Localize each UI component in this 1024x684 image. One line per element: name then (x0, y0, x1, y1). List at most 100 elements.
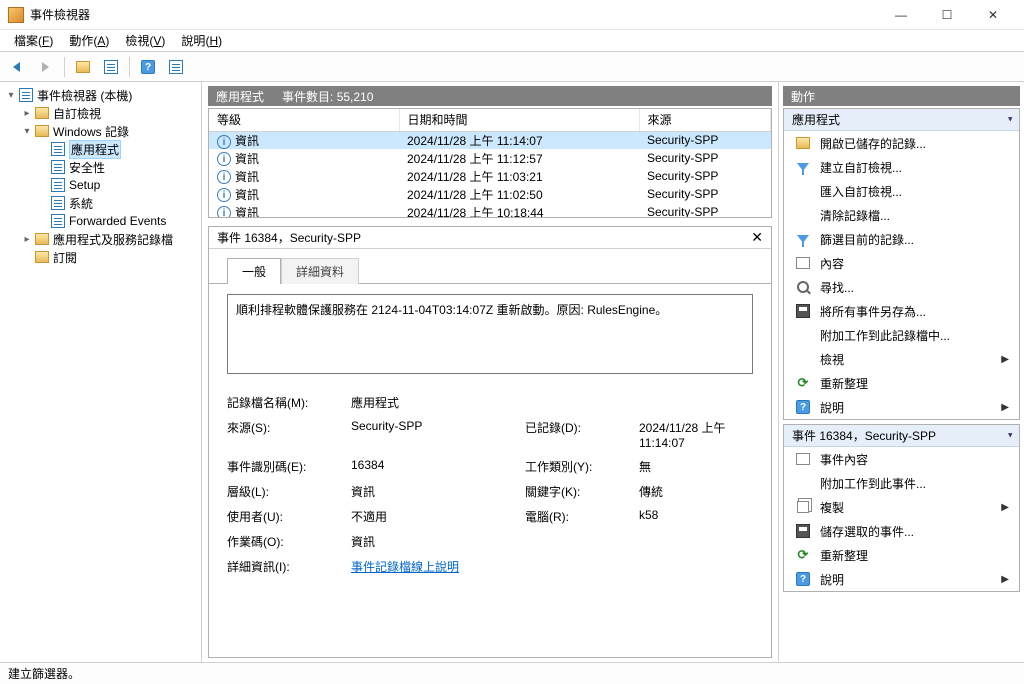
action-item[interactable]: 儲存選取的事件... (784, 519, 1019, 543)
lbl-user: 使用者(U): (227, 508, 337, 525)
action-item[interactable]: 複製▶ (784, 495, 1019, 519)
action-item[interactable]: 附加工作到此事件... (784, 471, 1019, 495)
action-item[interactable]: 清除記錄檔... (784, 203, 1019, 227)
tree-label: 應用程式 (69, 140, 121, 159)
action-item[interactable]: 檢視▶ (784, 347, 1019, 371)
tree-label: Setup (69, 178, 100, 192)
tree-log-item[interactable]: 系統 (36, 194, 197, 212)
tree-label: 自訂檢視 (53, 105, 101, 122)
submenu-arrow-icon: ▶ (1001, 354, 1009, 365)
save-icon (794, 303, 812, 319)
menu-view[interactable]: 檢視(V) (117, 29, 173, 52)
expand-icon[interactable]: ▾ (20, 126, 34, 137)
event-row[interactable]: i資訊2024/11/28 上午 11:14:07Security-SPP (209, 131, 771, 149)
action-item[interactable]: ⟳重新整理 (784, 371, 1019, 395)
minimize-button[interactable]: ― (878, 0, 924, 30)
toolbar-show-hide-button[interactable] (71, 55, 95, 79)
info-icon: i (217, 206, 231, 218)
action-item[interactable]: ?說明▶ (784, 567, 1019, 591)
tree-subscriptions[interactable]: 訂閱 (20, 248, 197, 266)
detail-tabs: 一般 詳細資料 (209, 249, 771, 283)
detail-fields: 記錄檔名稱(M): 應用程式 來源(S): Security-SPP 已記錄(D… (227, 394, 753, 575)
col-date[interactable]: 日期和時間 (399, 109, 639, 131)
center-header: 應用程式 事件數目: 55,210 (208, 86, 772, 106)
action-item[interactable]: 篩選目前的記錄... (784, 227, 1019, 251)
event-count: 事件數目: 55,210 (282, 88, 373, 105)
action-item[interactable]: 附加工作到此記錄檔中... (784, 323, 1019, 347)
center-pane: 應用程式 事件數目: 55,210 等級 日期和時間 來源 i資訊2024/11… (202, 82, 778, 662)
close-button[interactable]: ✕ (970, 0, 1016, 30)
col-level[interactable]: 等級 (209, 109, 399, 131)
action-item[interactable]: ?說明▶ (784, 395, 1019, 419)
val-source: Security-SPP (351, 419, 511, 450)
nav-forward-button[interactable] (34, 55, 58, 79)
action-group-head[interactable]: 應用程式 ▴ (784, 109, 1019, 131)
val-opcode: 資訊 (351, 533, 753, 550)
action-label: 複製 (820, 499, 844, 516)
tree-pane[interactable]: ▾ 事件檢視器 (本機) ▸ 自訂檢視 ▾ Windows 記錄 應用程式安全性… (0, 82, 202, 662)
tree-log-item[interactable]: Setup (36, 176, 197, 194)
col-source[interactable]: 來源 (639, 109, 771, 131)
tree-label: Windows 記錄 (53, 123, 129, 140)
menu-file[interactable]: 檔案(F) (6, 29, 61, 52)
toolbar-pane-button[interactable] (164, 55, 188, 79)
tab-details[interactable]: 詳細資料 (281, 258, 359, 284)
event-row[interactable]: i資訊2024/11/28 上午 10:18:44Security-SPP (209, 203, 771, 218)
subscriptions-icon (34, 250, 50, 264)
tree-custom-views[interactable]: ▸ 自訂檢視 (20, 104, 197, 122)
action-item[interactable]: 事件內容 (784, 447, 1019, 471)
actions-pane: 動作 應用程式 ▴ 開啟已儲存的記錄...建立自訂檢視...匯入自訂檢視...清… (778, 82, 1024, 662)
log-icon (50, 196, 66, 210)
statusbar: 建立篩選器。 (0, 662, 1024, 684)
action-label: 清除記錄檔... (820, 207, 890, 224)
nav-back-button[interactable] (6, 55, 30, 79)
folder-icon (34, 232, 50, 246)
tab-general[interactable]: 一般 (227, 258, 281, 284)
tree-label: 訂閱 (53, 249, 77, 266)
blank-icon (794, 207, 812, 223)
tree-label: Forwarded Events (69, 214, 166, 228)
event-list[interactable]: 等級 日期和時間 來源 i資訊2024/11/28 上午 11:14:07Sec… (208, 108, 772, 218)
event-row[interactable]: i資訊2024/11/28 上午 11:12:57Security-SPP (209, 149, 771, 167)
toolbar-properties-button[interactable] (99, 55, 123, 79)
maximize-button[interactable]: ☐ (924, 0, 970, 30)
action-item[interactable]: ⟳重新整理 (784, 543, 1019, 567)
tree-log-item[interactable]: 應用程式 (36, 140, 197, 158)
action-item[interactable]: 開啟已儲存的記錄... (784, 131, 1019, 155)
window-title: 事件檢視器 (30, 6, 90, 23)
action-label: 事件內容 (820, 451, 868, 468)
expand-icon[interactable]: ▸ (20, 234, 34, 245)
event-row[interactable]: i資訊2024/11/28 上午 11:02:50Security-SPP (209, 185, 771, 203)
val-user: 不適用 (351, 508, 511, 525)
tree-windows-logs[interactable]: ▾ Windows 記錄 (20, 122, 197, 140)
blank-icon (794, 351, 812, 367)
menu-help[interactable]: 說明(H) (173, 29, 230, 52)
info-icon: i (217, 152, 231, 166)
action-group-head[interactable]: 事件 16384，Security-SPP ▴ (784, 425, 1019, 447)
expand-icon[interactable]: ▾ (4, 90, 18, 101)
action-item[interactable]: 建立自訂檢視... (784, 155, 1019, 179)
collapse-icon: ▴ (1008, 430, 1013, 441)
action-item[interactable]: 將所有事件另存為... (784, 299, 1019, 323)
tree-app-services-logs[interactable]: ▸ 應用程式及服務記錄檔 (20, 230, 197, 248)
val-computer: k58 (639, 508, 753, 525)
action-item[interactable]: 尋找... (784, 275, 1019, 299)
detail-close-button[interactable]: ✕ (751, 229, 763, 246)
action-label: 匯入自訂檢視... (820, 183, 902, 200)
toolbar-help-button[interactable]: ? (136, 55, 160, 79)
tree-log-item[interactable]: Forwarded Events (36, 212, 197, 230)
action-item[interactable]: 匯入自訂檢視... (784, 179, 1019, 203)
val-eventid: 16384 (351, 458, 511, 475)
tree-log-item[interactable]: 安全性 (36, 158, 197, 176)
action-group-event: 事件 16384，Security-SPP ▴ 事件內容附加工作到此事件...複… (783, 424, 1020, 592)
action-item[interactable]: 內容 (784, 251, 1019, 275)
info-icon: i (217, 170, 231, 184)
help-icon: ? (794, 571, 812, 587)
link-online-help[interactable]: 事件記錄檔線上說明 (351, 560, 459, 574)
event-row[interactable]: i資訊2024/11/28 上午 11:03:21Security-SPP (209, 167, 771, 185)
log-name: 應用程式 (216, 88, 264, 105)
menu-action[interactable]: 動作(A) (61, 29, 117, 52)
tree-root[interactable]: ▾ 事件檢視器 (本機) (4, 86, 197, 104)
action-label: 尋找... (820, 279, 854, 296)
expand-icon[interactable]: ▸ (20, 108, 34, 119)
